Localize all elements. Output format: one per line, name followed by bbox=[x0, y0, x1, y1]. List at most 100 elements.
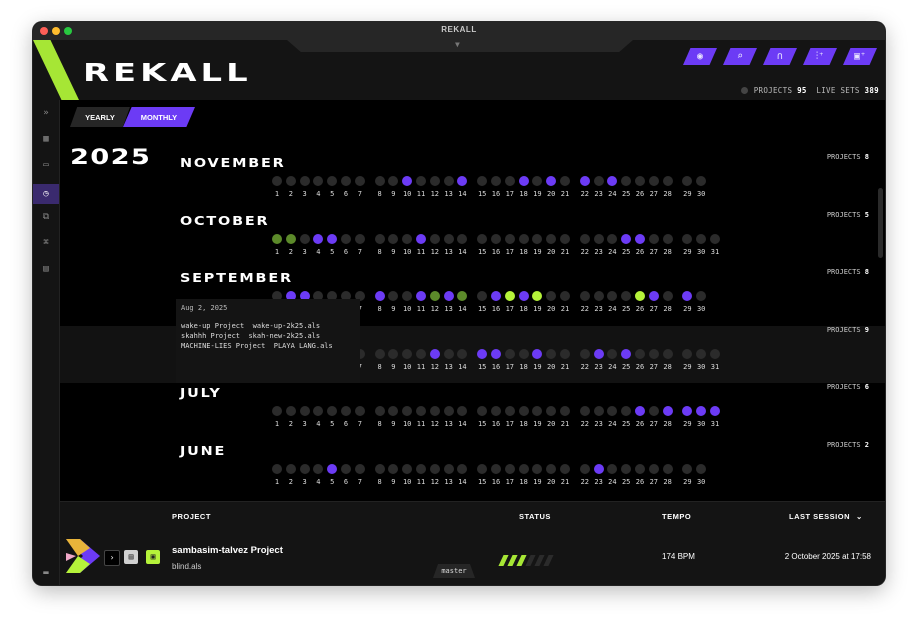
day-dot[interactable] bbox=[682, 463, 693, 474]
day-dot[interactable] bbox=[682, 233, 693, 244]
expand-icon[interactable]: » bbox=[33, 106, 59, 120]
day-dot[interactable] bbox=[354, 233, 365, 244]
day-dot[interactable] bbox=[402, 291, 413, 301]
day-dot[interactable] bbox=[635, 348, 645, 359]
day-dot[interactable] bbox=[477, 463, 488, 474]
day-dot[interactable] bbox=[662, 406, 673, 416]
day-dot[interactable] bbox=[546, 348, 557, 359]
day-dot[interactable] bbox=[374, 348, 385, 359]
day-dot[interactable] bbox=[662, 463, 673, 474]
day-dot[interactable] bbox=[341, 176, 351, 186]
day-dot[interactable] bbox=[354, 406, 365, 416]
day-dot[interactable] bbox=[621, 291, 632, 301]
column-header-status[interactable]: STATUS bbox=[519, 512, 551, 521]
day-dot[interactable] bbox=[518, 406, 529, 416]
day-dot[interactable] bbox=[374, 463, 385, 474]
day-dot[interactable] bbox=[374, 406, 385, 416]
day-dot[interactable] bbox=[518, 233, 529, 244]
day-dot[interactable] bbox=[518, 463, 529, 474]
day-dot[interactable] bbox=[621, 463, 632, 474]
day-dot[interactable] bbox=[593, 348, 604, 359]
day-dot[interactable] bbox=[313, 176, 324, 186]
day-dot[interactable] bbox=[682, 176, 693, 186]
day-dot[interactable] bbox=[313, 463, 324, 474]
day-dot[interactable] bbox=[457, 348, 468, 359]
expand-row-icon[interactable]: › bbox=[104, 550, 120, 566]
day-dot[interactable] bbox=[429, 291, 440, 301]
day-dot[interactable] bbox=[682, 348, 693, 359]
day-dot[interactable] bbox=[299, 463, 310, 474]
day-dot[interactable] bbox=[662, 348, 673, 359]
day-dot[interactable] bbox=[648, 463, 659, 474]
day-dot[interactable] bbox=[621, 348, 632, 359]
day-dot[interactable] bbox=[416, 406, 426, 416]
column-header-project[interactable]: PROJECT bbox=[172, 512, 211, 521]
day-dot[interactable] bbox=[272, 176, 282, 186]
day-dot[interactable] bbox=[593, 291, 604, 301]
day-dot[interactable] bbox=[710, 233, 720, 244]
day-dot[interactable] bbox=[560, 348, 570, 359]
day-dot[interactable] bbox=[443, 406, 454, 416]
day-dot[interactable] bbox=[682, 406, 693, 416]
day-dot[interactable] bbox=[579, 233, 590, 244]
header-notch[interactable]: ▼ bbox=[287, 40, 633, 52]
day-dot[interactable] bbox=[546, 463, 557, 474]
day-dot[interactable] bbox=[327, 406, 338, 416]
day-dot[interactable] bbox=[662, 291, 673, 301]
day-dot[interactable] bbox=[560, 176, 570, 186]
stack-icon[interactable]: ⧉ bbox=[33, 210, 59, 224]
day-dot[interactable] bbox=[648, 233, 659, 244]
day-dot[interactable] bbox=[593, 176, 604, 186]
day-dot[interactable] bbox=[374, 176, 385, 186]
day-dot[interactable] bbox=[402, 463, 413, 474]
day-dot[interactable] bbox=[635, 233, 645, 244]
day-dot[interactable] bbox=[648, 291, 659, 301]
day-dot[interactable] bbox=[491, 348, 501, 359]
column-header-last-session[interactable]: LAST SESSION bbox=[789, 512, 850, 521]
day-dot[interactable] bbox=[504, 233, 515, 244]
day-dot[interactable] bbox=[579, 291, 590, 301]
day-dot[interactable] bbox=[299, 233, 310, 244]
grid-icon[interactable]: ▦ bbox=[33, 132, 59, 146]
day-dot[interactable] bbox=[313, 233, 324, 244]
day-dot[interactable] bbox=[648, 348, 659, 359]
day-dot[interactable] bbox=[546, 406, 557, 416]
day-dot[interactable] bbox=[272, 463, 282, 474]
day-dot[interactable] bbox=[518, 176, 529, 186]
day-dot[interactable] bbox=[560, 233, 570, 244]
day-dot[interactable] bbox=[285, 176, 296, 186]
day-dot[interactable] bbox=[607, 233, 618, 244]
day-dot[interactable] bbox=[443, 463, 454, 474]
day-dot[interactable] bbox=[388, 176, 399, 186]
day-dot[interactable] bbox=[327, 176, 338, 186]
day-dot[interactable] bbox=[341, 406, 351, 416]
day-dot[interactable] bbox=[491, 406, 501, 416]
file-icon[interactable]: ▤ bbox=[124, 550, 138, 564]
scrollbar[interactable] bbox=[878, 188, 883, 258]
clock-icon[interactable]: ◷ bbox=[33, 184, 59, 204]
day-dot[interactable] bbox=[457, 233, 468, 244]
day-dot[interactable] bbox=[662, 233, 673, 244]
day-dot[interactable] bbox=[593, 463, 604, 474]
day-dot[interactable] bbox=[402, 348, 413, 359]
day-dot[interactable] bbox=[593, 233, 604, 244]
day-dot[interactable] bbox=[272, 406, 282, 416]
day-dot[interactable] bbox=[560, 463, 570, 474]
day-dot[interactable] bbox=[532, 463, 543, 474]
day-dot[interactable] bbox=[388, 348, 399, 359]
day-dot[interactable] bbox=[491, 176, 501, 186]
day-dot[interactable] bbox=[429, 176, 440, 186]
day-dot[interactable] bbox=[457, 406, 468, 416]
day-dot[interactable] bbox=[429, 463, 440, 474]
day-dot[interactable] bbox=[354, 176, 365, 186]
day-dot[interactable] bbox=[299, 406, 310, 416]
drive-icon[interactable]: ▬ bbox=[33, 566, 59, 580]
day-dot[interactable] bbox=[491, 233, 501, 244]
day-dot[interactable] bbox=[648, 176, 659, 186]
day-dot[interactable] bbox=[416, 348, 426, 359]
day-dot[interactable] bbox=[635, 406, 645, 416]
day-dot[interactable] bbox=[388, 233, 399, 244]
day-dot[interactable] bbox=[285, 463, 296, 474]
day-dot[interactable] bbox=[341, 463, 351, 474]
day-dot[interactable] bbox=[682, 291, 693, 301]
